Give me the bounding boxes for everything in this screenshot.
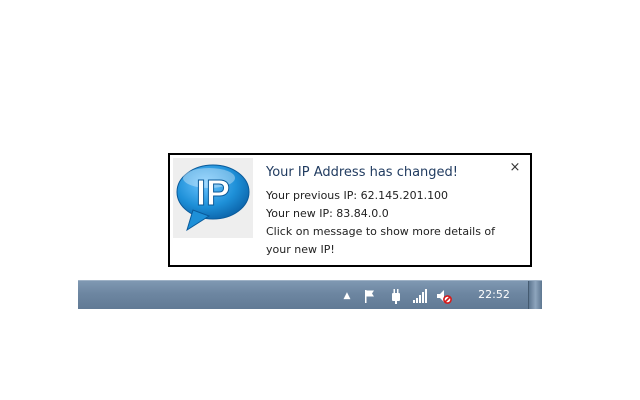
previous-ip-line: Your previous IP: 62.145.201.100 <box>266 189 449 202</box>
volume-muted-icon[interactable] <box>436 288 452 304</box>
ip-logo-text: IP <box>196 172 230 213</box>
details-hint-line: Click on message to show more details of <box>266 225 496 238</box>
desktop: IP Your IP Address has changed! Your pre… <box>0 0 640 400</box>
network-signal-icon[interactable] <box>412 288 428 304</box>
details-hint-line-2: your new IP! <box>266 243 335 256</box>
action-center-flag-icon[interactable] <box>362 288 378 304</box>
ip-change-notification[interactable]: IP Your IP Address has changed! Your pre… <box>168 153 532 267</box>
system-clock[interactable]: 22:52 <box>474 281 514 309</box>
close-icon[interactable]: × <box>508 161 522 175</box>
taskbar: ▲ 22:52 <box>78 280 542 309</box>
show-desktop-button[interactable] <box>528 281 542 309</box>
notification-title: Your IP Address has changed! <box>266 165 459 180</box>
new-ip-line: Your new IP: 83.84.0.0 <box>266 207 389 220</box>
power-plug-icon[interactable] <box>388 288 404 304</box>
ip-logo-icon: IP <box>173 158 253 238</box>
show-hidden-icons-arrow-icon[interactable]: ▲ <box>340 289 354 303</box>
notification-body: Your IP Address has changed! Your previo… <box>266 163 506 259</box>
